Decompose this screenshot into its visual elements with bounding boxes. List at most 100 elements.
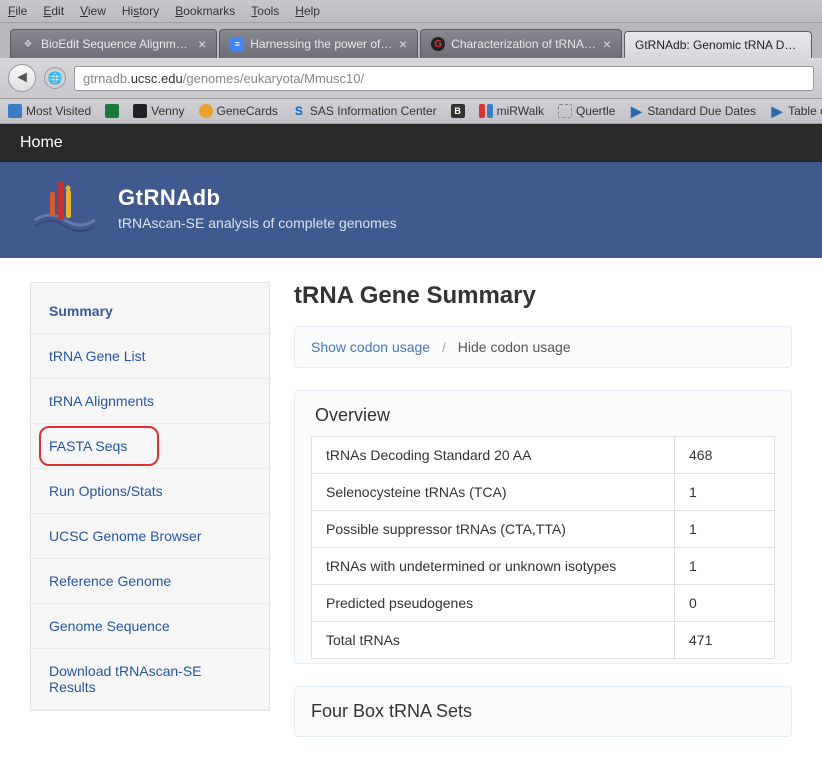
row-value: 1 xyxy=(675,474,775,511)
browser-tab[interactable]: GtRNAdb: Genomic tRNA Databas xyxy=(624,31,812,58)
globe-icon: 🌐 xyxy=(44,67,66,89)
bookmark-item[interactable]: ▶ Standard Due Dates xyxy=(629,104,756,118)
bookmark-icon xyxy=(133,104,147,118)
menu-view[interactable]: View xyxy=(80,4,106,18)
apple-icon: ❖ xyxy=(21,37,35,51)
browser-navbar: ◄ 🌐 gtrnadb.ucsc.edu/genomes/eukaryota/M… xyxy=(0,58,822,99)
sidebar-item-summary[interactable]: Summary xyxy=(31,283,269,334)
four-box-panel: Four Box tRNA Sets xyxy=(294,686,792,737)
row-value: 468 xyxy=(675,437,775,474)
menu-history[interactable]: History xyxy=(122,4,159,18)
bookmark-icon: S xyxy=(292,104,306,118)
site-banner: GtRNAdb tRNAscan-SE analysis of complete… xyxy=(0,162,822,258)
browser-tab[interactable]: ❖ BioEdit Sequence Alignment E... × xyxy=(10,29,217,58)
bookmark-item[interactable]: GeneCards xyxy=(199,104,278,118)
row-value: 0 xyxy=(675,585,775,622)
mirwalk-icon xyxy=(487,104,493,118)
bookmark-item[interactable]: ▶ Table of Page Limits xyxy=(770,104,822,118)
url-host: ucsc.edu xyxy=(131,71,183,86)
menu-tools[interactable]: Tools xyxy=(251,4,279,18)
main-panel: tRNA Gene Summary Show codon usage / Hid… xyxy=(294,282,792,737)
sidebar: SummarytRNA Gene ListtRNA AlignmentsFAST… xyxy=(30,282,270,711)
sidebar-item-fasta-seqs[interactable]: FASTA Seqs xyxy=(31,424,269,469)
tab-label: Characterization of tRNA-deri... xyxy=(451,37,597,51)
bookmark-label: Most Visited xyxy=(26,104,91,118)
bookmark-item[interactable] xyxy=(105,104,119,118)
bookmark-icon: B xyxy=(451,104,465,118)
tab-label: GtRNAdb: Genomic tRNA Databas xyxy=(635,38,801,52)
bookmark-label: Table of Page Limits xyxy=(788,104,822,118)
sidebar-item-genome-sequence[interactable]: Genome Sequence xyxy=(31,604,269,649)
row-value: 471 xyxy=(675,622,775,659)
bookmark-icon xyxy=(199,104,213,118)
bookmark-icon xyxy=(8,104,22,118)
menu-help[interactable]: Help xyxy=(295,4,320,18)
four-box-heading: Four Box tRNA Sets xyxy=(311,701,775,722)
gdoc-icon: ≡ xyxy=(230,37,244,51)
banner-title: GtRNAdb xyxy=(118,185,397,211)
bookmark-item[interactable]: Venny xyxy=(133,104,184,118)
sidebar-item-ucsc-genome-browser[interactable]: UCSC Genome Browser xyxy=(31,514,269,559)
table-row: Possible suppressor tRNAs (CTA,TTA)1 xyxy=(312,511,775,548)
close-icon[interactable]: × xyxy=(603,36,611,52)
banner-subtitle: tRNAscan-SE analysis of complete genomes xyxy=(118,215,397,231)
back-button[interactable]: ◄ xyxy=(8,64,36,92)
close-icon[interactable]: × xyxy=(399,36,407,52)
bookmark-label: Standard Due Dates xyxy=(647,104,756,118)
page-title: tRNA Gene Summary xyxy=(294,282,792,310)
gtrnadb-logo-icon xyxy=(30,180,100,236)
table-row: tRNAs with undetermined or unknown isoty… xyxy=(312,548,775,585)
row-label: tRNAs Decoding Standard 20 AA xyxy=(312,437,675,474)
row-label: Predicted pseudogenes xyxy=(312,585,675,622)
g-icon: G xyxy=(431,37,445,51)
browser-tab[interactable]: G Characterization of tRNA-deri... × xyxy=(420,29,622,58)
row-value: 1 xyxy=(675,511,775,548)
back-arrow-icon: ◄ xyxy=(14,69,30,87)
bookmark-item[interactable]: SSAS Information Center xyxy=(292,104,437,118)
sidebar-item-trna-gene-list[interactable]: tRNA Gene List xyxy=(31,334,269,379)
table-row: tRNAs Decoding Standard 20 AA468 xyxy=(312,437,775,474)
home-label: Home xyxy=(20,134,63,151)
menu-file[interactable]: File xyxy=(8,4,27,18)
sidebar-item-trna-alignments[interactable]: tRNA Alignments xyxy=(31,379,269,424)
bookmark-item[interactable]: B xyxy=(451,104,465,118)
mirwalk-icon xyxy=(479,104,485,118)
overview-table: tRNAs Decoding Standard 20 AA468Selenocy… xyxy=(311,436,775,659)
tab-label: Harnessing the power of Exc... xyxy=(250,37,393,51)
browser-tab[interactable]: ≡ Harnessing the power of Exc... × xyxy=(219,29,418,58)
bookmark-item[interactable]: Quertle xyxy=(558,104,615,118)
close-icon[interactable]: × xyxy=(198,36,206,52)
url-input[interactable]: gtrnadb.ucsc.edu/genomes/eukaryota/Mmusc… xyxy=(74,66,814,91)
bookmark-label: GeneCards xyxy=(217,104,278,118)
bookmark-icon xyxy=(558,104,572,118)
hide-codon-link[interactable]: Hide codon usage xyxy=(458,339,571,355)
menu-bookmarks[interactable]: Bookmarks xyxy=(175,4,235,18)
bookmark-icon: ▶ xyxy=(770,104,784,118)
bookmark-icon: ▶ xyxy=(629,104,643,118)
overview-panel: Overview tRNAs Decoding Standard 20 AA46… xyxy=(294,390,792,664)
bookmark-item[interactable]: Most Visited xyxy=(8,104,91,118)
row-label: Total tRNAs xyxy=(312,622,675,659)
site-nav-home[interactable]: Home xyxy=(0,124,822,162)
row-label: tRNAs with undetermined or unknown isoty… xyxy=(312,548,675,585)
table-row: Total tRNAs471 xyxy=(312,622,775,659)
table-row: Selenocysteine tRNAs (TCA)1 xyxy=(312,474,775,511)
codon-usage-toggle: Show codon usage / Hide codon usage xyxy=(294,326,792,368)
row-value: 1 xyxy=(675,548,775,585)
bookmarks-toolbar: Most Visited Venny GeneCards SSAS Informati… xyxy=(0,99,822,124)
menu-edit[interactable]: Edit xyxy=(43,4,64,18)
sidebar-item-download-trnascan-se-results[interactable]: Download tRNAscan-SE Results xyxy=(31,649,269,710)
bookmark-icon xyxy=(105,104,119,118)
tab-label: BioEdit Sequence Alignment E... xyxy=(41,37,192,51)
browser-menubar: File Edit View History Bookmarks Tools H… xyxy=(0,0,822,23)
sidebar-item-reference-genome[interactable]: Reference Genome xyxy=(31,559,269,604)
sidebar-item-run-options-stats[interactable]: Run Options/Stats xyxy=(31,469,269,514)
separator: / xyxy=(442,339,446,355)
bookmark-item[interactable]: miRWalk xyxy=(479,104,544,118)
page-content: SummarytRNA Gene ListtRNA AlignmentsFAST… xyxy=(0,258,822,761)
url-prefix: gtrnadb. xyxy=(83,71,131,86)
row-label: Selenocysteine tRNAs (TCA) xyxy=(312,474,675,511)
show-codon-link[interactable]: Show codon usage xyxy=(311,339,430,355)
bookmark-label: Quertle xyxy=(576,104,615,118)
bookmark-label: miRWalk xyxy=(497,104,544,118)
